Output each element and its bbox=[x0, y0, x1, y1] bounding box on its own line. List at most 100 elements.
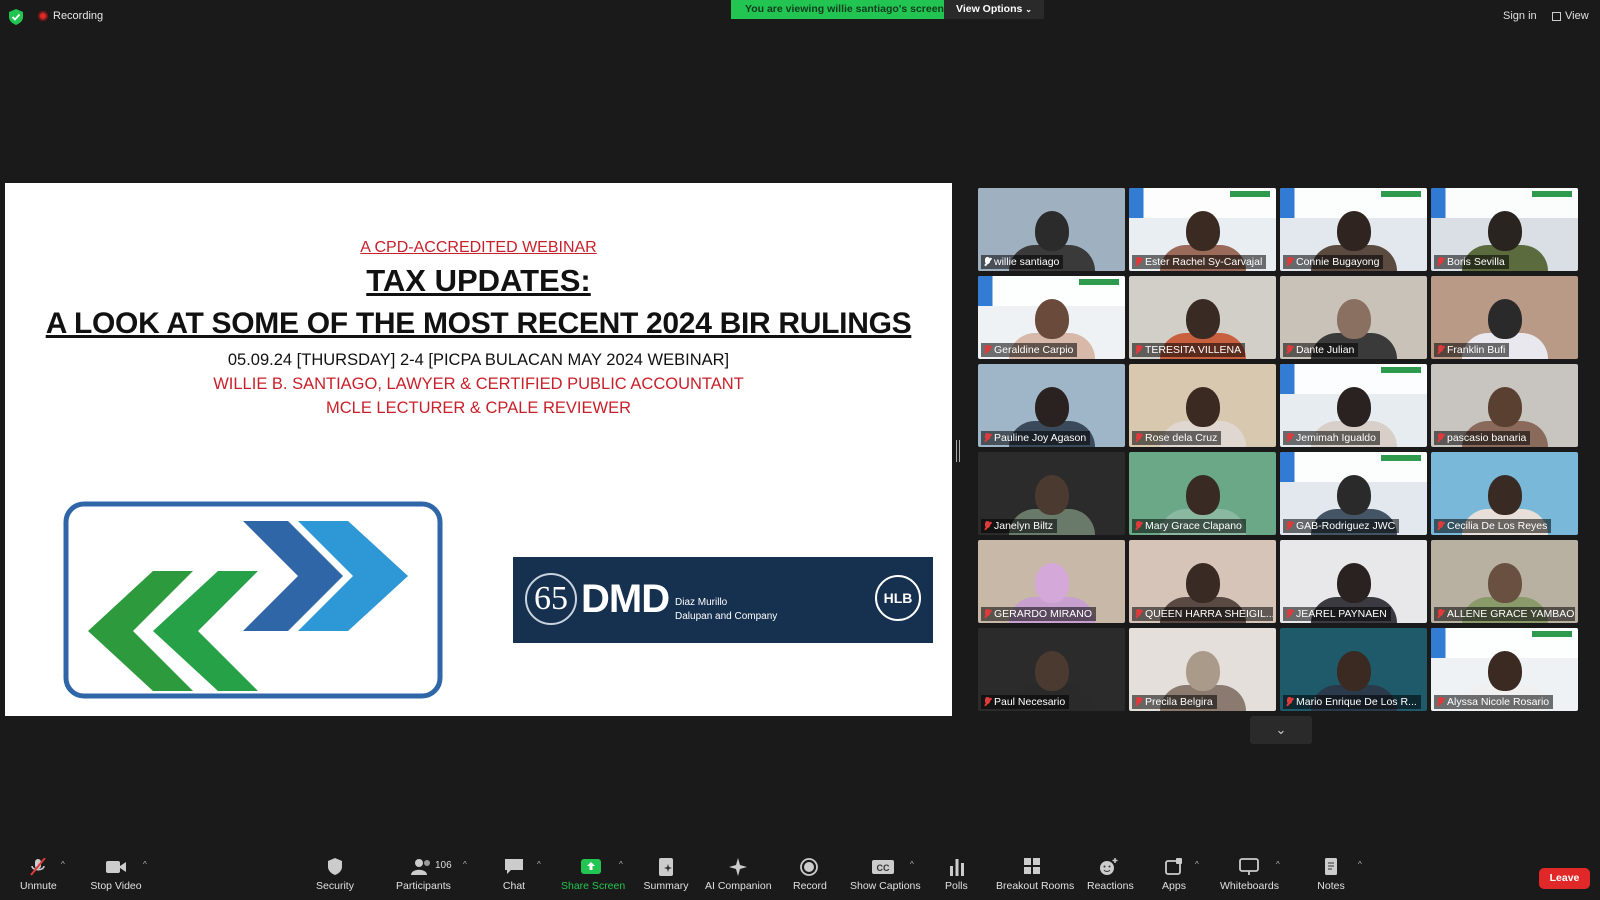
leave-button[interactable]: Leave bbox=[1539, 868, 1590, 889]
participant-name-tag: Dante Julian bbox=[1283, 343, 1359, 357]
participant-tile[interactable]: Janelyn Biltz bbox=[978, 452, 1125, 535]
participant-avatar bbox=[1034, 475, 1069, 516]
participant-name-tag: Ester Rachel Sy-Carvajal bbox=[1132, 255, 1267, 269]
layout-icon bbox=[1552, 11, 1561, 21]
ai-companion-button[interactable]: AI Companion bbox=[705, 858, 772, 892]
chevron-down-icon: ⌄ bbox=[1025, 5, 1032, 14]
polls-button[interactable]: Polls bbox=[945, 858, 968, 892]
microphone-muted-icon bbox=[1135, 609, 1142, 619]
chat-options-caret[interactable]: ^ bbox=[537, 860, 541, 869]
participant-avatar bbox=[1034, 387, 1069, 428]
participant-tile[interactable]: Jemimah Igualdo bbox=[1280, 364, 1427, 447]
participant-tile[interactable]: Mario Enrique De Los R... bbox=[1280, 628, 1427, 711]
participant-tile[interactable]: Franklin Bufi bbox=[1431, 276, 1578, 359]
stop-video-button[interactable]: Stop Video bbox=[90, 858, 142, 892]
participant-tile[interactable]: QUEEN HARRA SHEIGIL... bbox=[1129, 540, 1276, 623]
closed-captions-icon: CC bbox=[872, 860, 894, 874]
view-label: View bbox=[1565, 10, 1589, 22]
record-icon bbox=[800, 858, 818, 876]
participant-tile[interactable]: Ester Rachel Sy-Carvajal bbox=[1129, 188, 1276, 271]
notes-label: Notes bbox=[1317, 880, 1345, 892]
notes-button[interactable]: Notes bbox=[1316, 858, 1346, 892]
chat-button[interactable]: Chat bbox=[500, 858, 528, 892]
participant-avatar bbox=[1336, 299, 1371, 340]
participant-tile[interactable]: Paul Necesario bbox=[978, 628, 1125, 711]
sponsor-banner: 65 DMD Diaz Murillo Dalupan and Company … bbox=[513, 557, 933, 643]
video-options-caret[interactable]: ^ bbox=[143, 860, 147, 869]
participant-tile[interactable]: Cecilia De Los Reyes bbox=[1431, 452, 1578, 535]
security-button[interactable]: Security bbox=[316, 858, 354, 892]
participant-tile[interactable]: TERESITA VILLENA bbox=[1129, 276, 1276, 359]
shield-check-icon[interactable] bbox=[9, 9, 23, 25]
participant-name-tag: willie santiago bbox=[981, 255, 1064, 269]
audio-options-caret[interactable]: ^ bbox=[61, 860, 65, 869]
participant-name-tag: Paul Necesario bbox=[981, 695, 1070, 709]
record-button[interactable]: Record bbox=[793, 858, 827, 892]
participant-tile[interactable]: GERARDO MIRANO bbox=[978, 540, 1125, 623]
gallery-next-page-button[interactable]: ⌄ bbox=[1250, 716, 1312, 744]
whiteboards-options-caret[interactable]: ^ bbox=[1276, 860, 1280, 869]
whiteboard-icon bbox=[1239, 858, 1259, 875]
participants-options-caret[interactable]: ^ bbox=[463, 860, 467, 869]
participant-name-tag: Janelyn Biltz bbox=[981, 519, 1057, 533]
sponsor-network-logo: HLB bbox=[875, 575, 921, 621]
resize-handle[interactable] bbox=[956, 440, 960, 462]
view-button[interactable]: View bbox=[1552, 10, 1589, 22]
participant-tile[interactable]: Precila Belgira bbox=[1129, 628, 1276, 711]
participant-avatar bbox=[1336, 475, 1371, 516]
participant-name-tag: Alyssa Nicole Rosario bbox=[1434, 695, 1554, 709]
participant-tile[interactable]: willie santiago bbox=[978, 188, 1125, 271]
breakout-rooms-button[interactable]: Breakout Rooms bbox=[996, 858, 1074, 892]
record-label: Record bbox=[793, 880, 827, 892]
participant-tile[interactable]: pascasio banaria bbox=[1431, 364, 1578, 447]
sign-in-link[interactable]: Sign in bbox=[1503, 10, 1537, 22]
participant-tile[interactable]: Pauline Joy Agason bbox=[978, 364, 1125, 447]
microphone-muted-icon bbox=[1135, 697, 1142, 707]
apps-button[interactable]: Apps bbox=[1162, 858, 1186, 892]
captions-options-caret[interactable]: ^ bbox=[910, 860, 914, 869]
summary-document-icon bbox=[659, 858, 673, 876]
notes-options-caret[interactable]: ^ bbox=[1358, 860, 1362, 869]
slide-speaker-line: WILLIE B. SANTIAGO, LAWYER & CERTIFIED P… bbox=[213, 375, 744, 393]
sparkle-icon bbox=[729, 858, 747, 876]
participant-name: GERARDO MIRANO bbox=[994, 608, 1093, 620]
recording-indicator[interactable]: Recording bbox=[38, 10, 103, 22]
participant-name: Boris Sevilla bbox=[1447, 256, 1505, 268]
slide-logo-mark bbox=[1230, 191, 1270, 197]
participant-tile[interactable]: Connie Bugayong bbox=[1280, 188, 1427, 271]
participant-tile[interactable]: ALLENE GRACE YAMBAO bbox=[1431, 540, 1578, 623]
participant-tile[interactable]: Mary Grace Clapano bbox=[1129, 452, 1276, 535]
participant-avatar bbox=[1487, 651, 1522, 692]
participant-avatar bbox=[1487, 475, 1522, 516]
participant-name-tag: GAB-Rodriguez JWC bbox=[1283, 519, 1400, 533]
participant-tile[interactable]: Dante Julian bbox=[1280, 276, 1427, 359]
share-screen-button[interactable]: Share Screen bbox=[561, 858, 625, 892]
unmute-button[interactable]: Unmute bbox=[20, 858, 57, 892]
participant-name-tag: Boris Sevilla bbox=[1434, 255, 1509, 269]
participant-tile[interactable]: Boris Sevilla bbox=[1431, 188, 1578, 271]
breakout-rooms-icon bbox=[1024, 858, 1040, 874]
microphone-muted-icon bbox=[1437, 345, 1444, 355]
participant-tile[interactable]: JEAREL PAYNAEN bbox=[1280, 540, 1427, 623]
participant-tile[interactable]: Geraldine Carpio bbox=[978, 276, 1125, 359]
share-options-caret[interactable]: ^ bbox=[619, 860, 623, 869]
reactions-button[interactable]: Reactions bbox=[1087, 858, 1134, 892]
participant-name-tag: Geraldine Carpio bbox=[981, 343, 1078, 357]
participant-tile[interactable]: Rose dela Cruz bbox=[1129, 364, 1276, 447]
participant-name-tag: ALLENE GRACE YAMBAO bbox=[1434, 607, 1575, 621]
whiteboards-button[interactable]: Whiteboards bbox=[1220, 858, 1279, 892]
view-options-button[interactable]: View Options ⌄ bbox=[944, 0, 1044, 19]
participant-name: willie santiago bbox=[994, 256, 1060, 268]
participant-tile[interactable]: Alyssa Nicole Rosario bbox=[1431, 628, 1578, 711]
microphone-muted-icon bbox=[1286, 257, 1293, 267]
participant-count: 106 bbox=[435, 860, 452, 871]
show-captions-button[interactable]: CC Show Captions bbox=[850, 858, 921, 892]
sponsor-name-line1: Diaz Murillo bbox=[675, 597, 728, 608]
participant-tile[interactable]: GAB-Rodriguez JWC bbox=[1280, 452, 1427, 535]
participant-avatar bbox=[1034, 563, 1069, 604]
participant-name: Pauline Joy Agason bbox=[994, 432, 1087, 444]
meeting-window: Recording You are viewing willie santiag… bbox=[0, 0, 1600, 900]
apps-options-caret[interactable]: ^ bbox=[1195, 860, 1199, 869]
participant-avatar bbox=[1336, 211, 1371, 252]
summary-button[interactable]: Summary bbox=[643, 858, 689, 892]
